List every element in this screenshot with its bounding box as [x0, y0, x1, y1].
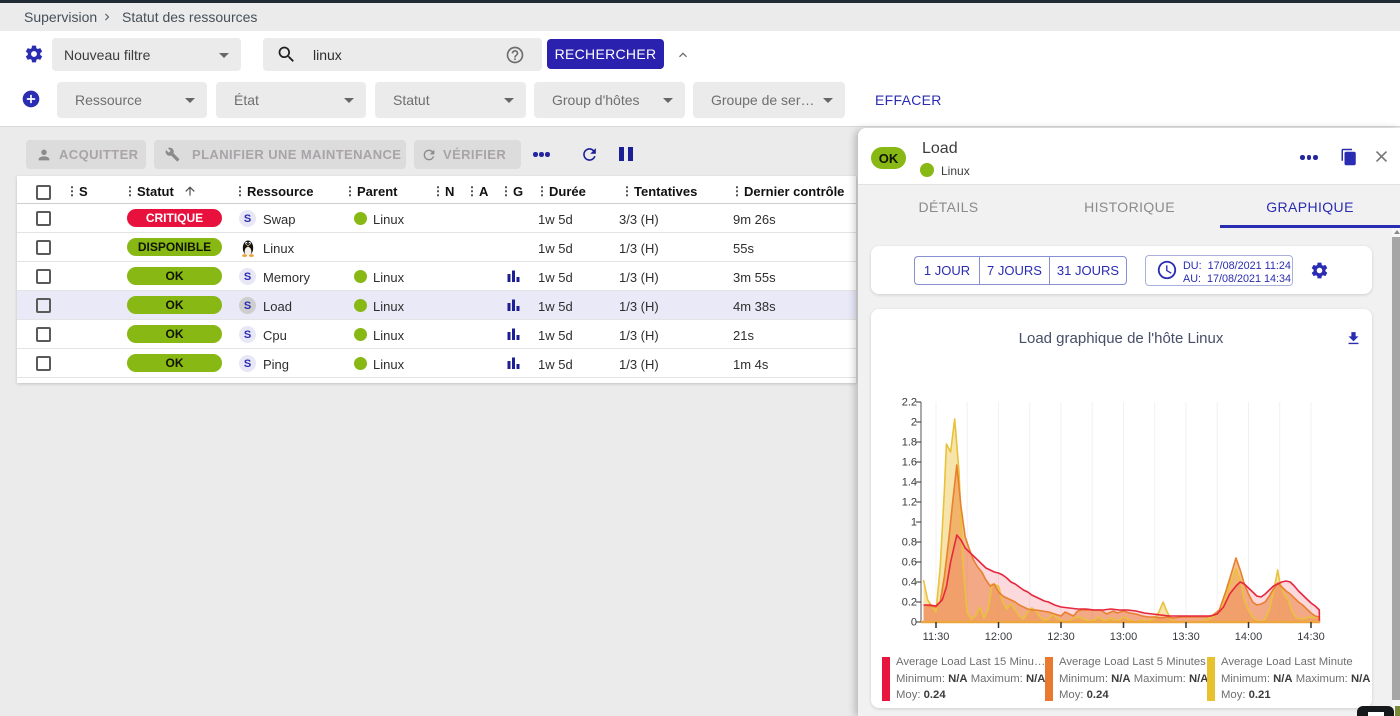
svg-text:13:00: 13:00 — [1110, 631, 1138, 643]
svg-text:14:30: 14:30 — [1297, 631, 1325, 643]
svg-text:11:30: 11:30 — [923, 631, 950, 643]
svg-text:1.6: 1.6 — [902, 457, 917, 469]
svg-text:0.8: 0.8 — [902, 537, 917, 549]
svg-text:0.6: 0.6 — [902, 557, 917, 569]
svg-text:0.4: 0.4 — [902, 577, 917, 589]
svg-text:1.8: 1.8 — [902, 437, 917, 449]
svg-text:1: 1 — [911, 517, 917, 529]
svg-text:13:30: 13:30 — [1172, 631, 1200, 643]
svg-text:2.2: 2.2 — [902, 397, 917, 409]
svg-text:12:00: 12:00 — [985, 631, 1013, 643]
svg-text:2: 2 — [911, 417, 917, 429]
svg-text:1.4: 1.4 — [902, 477, 917, 489]
svg-text:12:30: 12:30 — [1047, 631, 1075, 643]
svg-text:14:00: 14:00 — [1235, 631, 1263, 643]
svg-text:0.2: 0.2 — [902, 597, 917, 609]
svg-text:0: 0 — [911, 617, 917, 629]
svg-text:1.2: 1.2 — [902, 497, 917, 509]
